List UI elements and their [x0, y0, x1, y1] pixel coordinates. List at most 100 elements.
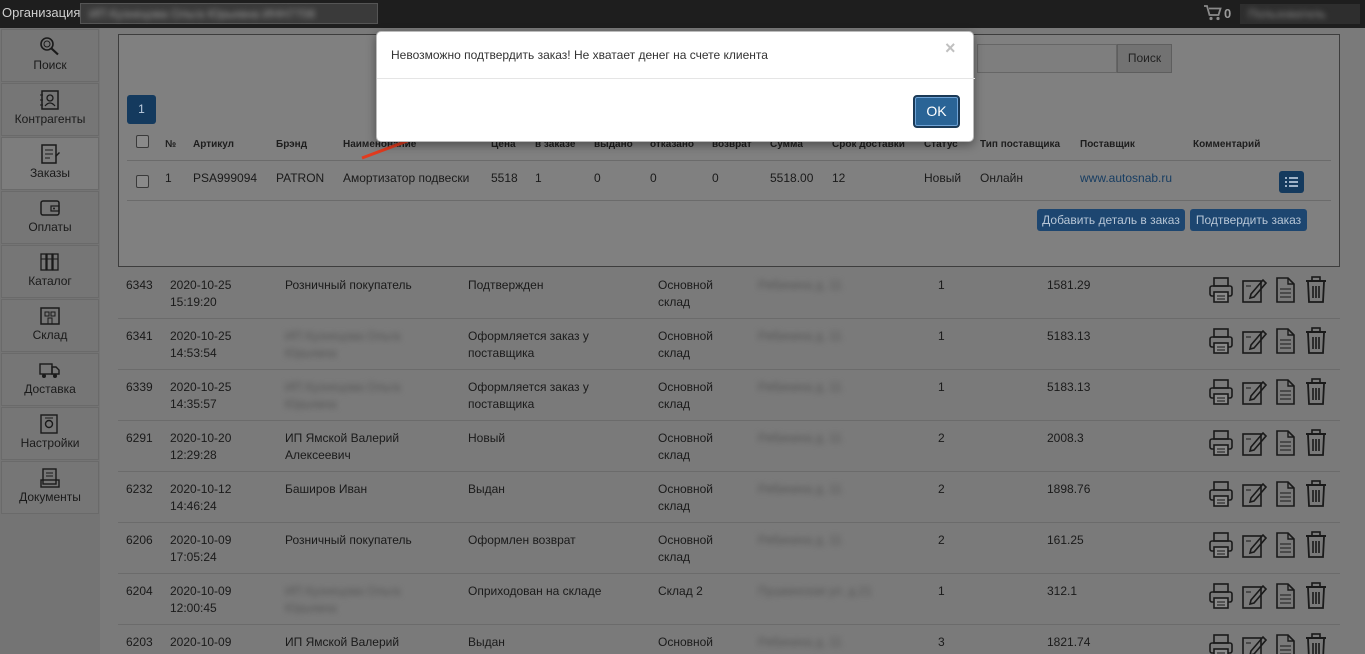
table-row[interactable]: 6291 2020-10-20 12:29:28 ИП Ямской Валерий А… [118, 421, 1340, 472]
trash-icon[interactable] [1304, 378, 1328, 406]
order-datetime-line2: 14:53:54 [170, 346, 217, 360]
cart-icon[interactable] [1204, 5, 1222, 21]
document-icon[interactable] [1274, 633, 1296, 654]
order-datetime: 2020-10-25 15:19:20 [170, 277, 231, 311]
table-row[interactable]: 6232 2020-10-12 14:46:24 Баширов Иван Выдан О… [118, 472, 1340, 523]
order-status-line1: Новый [468, 431, 506, 445]
table-row[interactable]: 6341 2020-10-25 14:53:54 ИП Кузнецова Ольга… [118, 319, 1340, 370]
item-status: Новый [924, 171, 962, 185]
order-id: 6232 [126, 482, 153, 496]
order-warehouse-line1: Основной [658, 329, 714, 343]
column-header: Поставщик [1080, 139, 1135, 150]
print-icon[interactable] [1208, 327, 1234, 355]
dialog-message: Невозможно подтвердить заказ! Не хватает… [391, 48, 768, 62]
edit-icon[interactable] [1241, 531, 1267, 559]
trash-icon[interactable] [1304, 327, 1328, 355]
order-id: 6206 [126, 533, 153, 547]
order-status: Оприходован на складе [468, 583, 601, 600]
order-client: ИП Кузнецова Ольга Юрьевна [285, 583, 400, 617]
trash-icon[interactable] [1304, 633, 1328, 654]
edit-icon[interactable] [1241, 582, 1267, 610]
document-icon[interactable] [1274, 327, 1296, 355]
table-row[interactable]: 6343 2020-10-25 15:19:20 Розничный покупате… [118, 268, 1340, 319]
order-status: Выдан [468, 481, 505, 498]
table-row[interactable]: 6203 2020-10-0911:54:03 ИП Ямской ВалерийА… [118, 625, 1340, 654]
sidebar-item-search[interactable]: Поиск [1, 29, 99, 82]
print-icon[interactable] [1208, 480, 1234, 508]
sidebar-item-label: Документы [19, 490, 81, 504]
sidebar-item-contacts[interactable]: Контрагенты [1, 83, 99, 136]
order-quantity: 1 [938, 278, 945, 292]
trash-icon[interactable] [1304, 276, 1328, 304]
print-icon[interactable] [1208, 276, 1234, 304]
item-issued: 0 [594, 171, 601, 185]
edit-icon[interactable] [1241, 378, 1267, 406]
add-part-button[interactable]: Добавить деталь в заказ [1037, 209, 1185, 231]
supplier-link[interactable]: www.autosnab.ru [1080, 171, 1172, 185]
order-address: Рябинина д. 11 [758, 533, 842, 547]
document-icon[interactable] [1274, 429, 1296, 457]
order-id: 6203 [126, 635, 153, 649]
print-icon[interactable] [1208, 429, 1234, 457]
order-client-line1: Баширов Иван [285, 482, 368, 496]
sidebar-item-delivery[interactable]: Доставка [1, 353, 99, 406]
sidebar-item-documents[interactable]: Документы [1, 461, 99, 514]
organization-select[interactable]: ИП Кузнецова Ольга Юрьевна ИНН7708 [80, 3, 378, 24]
table-row[interactable]: 6339 2020-10-25 14:35:57 ИП Кузнецова Ольга… [118, 370, 1340, 421]
print-icon[interactable] [1208, 378, 1234, 406]
edit-icon[interactable] [1241, 429, 1267, 457]
sidebar-item-label: Поиск [33, 58, 67, 72]
order-warehouse-line2: склад [658, 397, 691, 411]
user-menu[interactable]: Пользователь [1240, 4, 1360, 24]
order-client: ИП Кузнецова Ольга Юрьевна [285, 379, 400, 413]
document-icon[interactable] [1274, 582, 1296, 610]
document-icon[interactable] [1274, 480, 1296, 508]
table-row[interactable]: 6206 2020-10-09 17:05:24 Розничный покупате… [118, 523, 1340, 574]
edit-icon[interactable] [1241, 633, 1267, 654]
order-warehouse-line2: склад [658, 499, 691, 513]
trash-icon[interactable] [1304, 582, 1328, 610]
sidebar-item-orders[interactable]: Заказы [1, 137, 99, 190]
edit-icon[interactable] [1241, 276, 1267, 304]
row-checkbox[interactable] [136, 175, 149, 188]
confirm-order-button[interactable]: Подтвердить заказ [1190, 209, 1307, 231]
sidebar-item-label: Доставка [24, 382, 76, 396]
document-icon[interactable] [1274, 378, 1296, 406]
search-input[interactable] [977, 44, 1117, 73]
sidebar-item-settings[interactable]: Настройки [1, 407, 99, 460]
search-button[interactable]: Поиск [1117, 44, 1172, 73]
close-icon[interactable]: × [945, 38, 956, 59]
order-warehouse: Основной склад [658, 430, 713, 464]
document-icon[interactable] [1274, 531, 1296, 559]
print-icon[interactable] [1208, 531, 1234, 559]
trash-icon[interactable] [1304, 429, 1328, 457]
documents-icon [40, 468, 60, 488]
print-icon[interactable] [1208, 633, 1234, 654]
sidebar-item-label: Заказы [29, 166, 71, 180]
sidebar-item-catalog[interactable]: Каталог [1, 245, 99, 298]
order-client: Розничный покупатель [285, 532, 412, 549]
select-all-checkbox[interactable] [136, 135, 149, 148]
sidebar-item-warehouse[interactable]: Склад [1, 299, 99, 352]
warehouse-icon [40, 307, 60, 325]
comment-button[interactable] [1279, 171, 1304, 193]
sidebar-item-payments[interactable]: Оплаты [1, 191, 99, 244]
item-number: 1 [165, 171, 172, 185]
document-icon[interactable] [1274, 276, 1296, 304]
edit-icon[interactable] [1241, 480, 1267, 508]
order-client-line2: Алексеевич [285, 448, 351, 462]
ok-button[interactable]: OK [913, 95, 960, 128]
pagination-page[interactable]: 1 [127, 95, 156, 124]
order-quantity: 1 [938, 380, 945, 394]
sidebar: Поиск Контрагенты Заказы Оплаты Каталог … [0, 28, 100, 654]
trash-icon[interactable] [1304, 480, 1328, 508]
trash-icon[interactable] [1304, 531, 1328, 559]
order-datetime-line1: 2020-10-12 [170, 482, 232, 496]
table-row[interactable]: 6204 2020-10-09 12:00:45 ИП Кузнецова Ольга… [118, 574, 1340, 625]
edit-icon[interactable] [1241, 327, 1267, 355]
order-client-line1: ИП Кузнецова Ольга [285, 584, 401, 598]
print-icon[interactable] [1208, 582, 1234, 610]
order-client-line2: Юрьевна [285, 346, 337, 360]
order-warehouse-line1: Основной [658, 635, 714, 649]
order-address: Пушкинская ул. д.21 [758, 584, 872, 598]
